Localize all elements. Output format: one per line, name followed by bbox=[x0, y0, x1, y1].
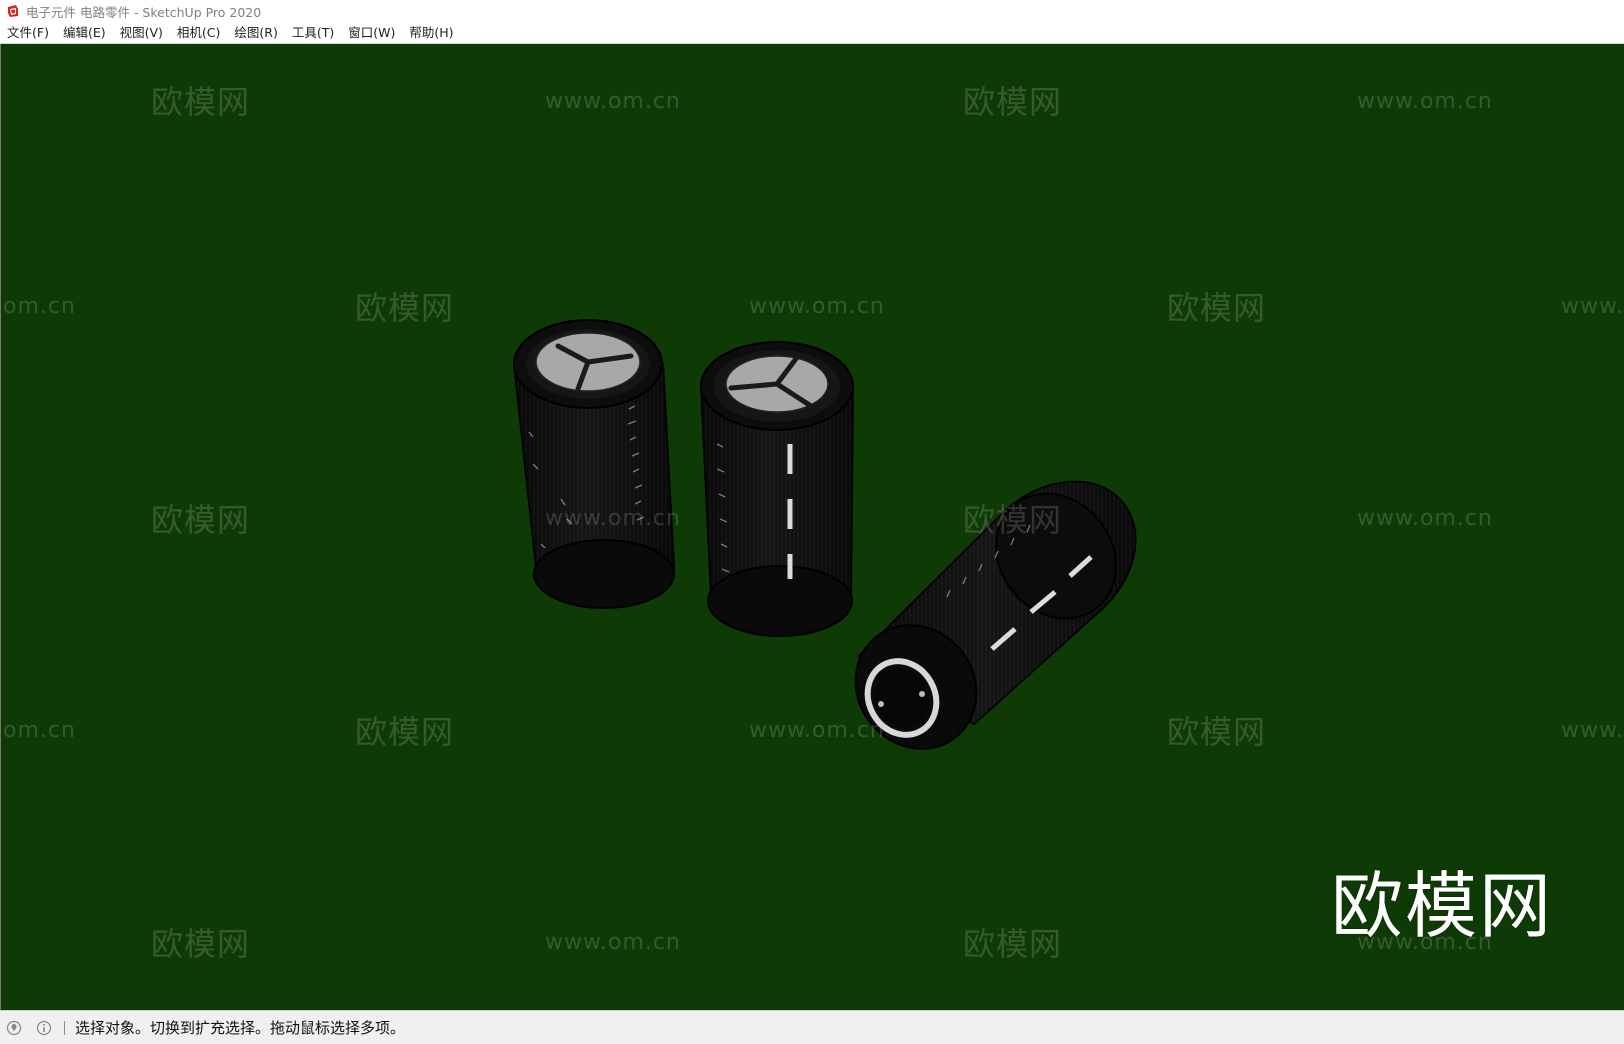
menu-draw[interactable]: 绘图(R) bbox=[227, 23, 284, 43]
credits-info-icon[interactable] bbox=[36, 1020, 52, 1036]
om-logo-watermark: 欧模网 bbox=[1331, 864, 1554, 948]
geo-location-icon[interactable] bbox=[6, 1020, 22, 1036]
title-bar: 电子元件 电路零件 - SketchUp Pro 2020 bbox=[0, 0, 1624, 22]
menu-window[interactable]: 窗口(W) bbox=[341, 23, 402, 43]
menu-bar: 文件(F) 编辑(E) 视图(V) 相机(C) 绘图(R) 工具(T) 窗口(W… bbox=[0, 22, 1624, 44]
menu-file[interactable]: 文件(F) bbox=[0, 23, 56, 43]
window-title: 电子元件 电路零件 - SketchUp Pro 2020 bbox=[26, 4, 262, 20]
status-bar: 选择对象。切换到扩充选择。拖动鼠标选择多项。 bbox=[0, 1010, 1624, 1044]
status-message: 选择对象。切换到扩充选择。拖动鼠标选择多项。 bbox=[75, 1019, 406, 1037]
status-separator bbox=[64, 1020, 65, 1035]
menu-tools[interactable]: 工具(T) bbox=[285, 23, 341, 43]
menu-camera[interactable]: 相机(C) bbox=[170, 23, 227, 43]
capacitor-2[interactable] bbox=[699, 341, 855, 637]
menu-view[interactable]: 视图(V) bbox=[113, 23, 170, 43]
capacitor-1[interactable] bbox=[512, 319, 676, 609]
sketchup-logo-icon bbox=[8, 5, 18, 17]
menu-edit[interactable]: 编辑(E) bbox=[56, 23, 113, 43]
menu-help[interactable]: 帮助(H) bbox=[402, 23, 460, 43]
modeling-viewport[interactable]: 欧模网 www.om.cn 欧模网 www.om.cn om.cn 欧模网 ww… bbox=[0, 44, 1624, 1010]
capacitor-3[interactable] bbox=[831, 470, 1141, 774]
